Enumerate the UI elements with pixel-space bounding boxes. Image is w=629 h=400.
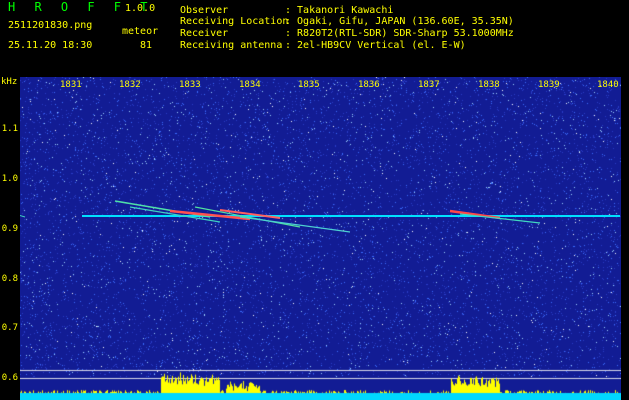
- y-tick-label: 0.7: [1, 323, 18, 333]
- meteor-count: 81: [140, 40, 153, 51]
- y-unit-label: kHz: [1, 77, 18, 87]
- x-tick-label: 1840: [597, 80, 619, 90]
- x-tick-label: 1837: [418, 80, 440, 90]
- info-label-receiver: Receiver: [180, 28, 229, 39]
- spectrogram-overlay: [20, 200, 620, 233]
- info-value-location: : Ogaki, Gifu, JAPAN (136.60E, 35.35N): [285, 16, 514, 27]
- x-tick-label: 1838: [478, 80, 500, 90]
- spectrogram-plot: [20, 77, 621, 400]
- header-panel: H R O F F T 1.0.0 2511201830.png meteor …: [0, 0, 629, 75]
- meteor-label: meteor: [122, 26, 159, 37]
- x-tick-label: 1831: [60, 80, 82, 90]
- info-value-antenna: : 2el-HB9CV Vertical (el. E-W): [285, 40, 466, 51]
- file-name: 2511201830.png: [8, 20, 93, 31]
- x-tick-label: 1836: [358, 80, 380, 90]
- y-tick-label: 1.1: [1, 124, 18, 134]
- meteor-echo-trace: [239, 216, 351, 233]
- info-label-antenna: Receiving antenna: [180, 40, 283, 51]
- x-tick-label: 1835: [298, 80, 320, 90]
- date-time: 25.11.20 18:30: [8, 40, 93, 51]
- y-tick-label: 0.9: [1, 224, 18, 234]
- meteor-echo-trace: [20, 214, 26, 218]
- info-label-location: Receiving Location: [180, 16, 289, 27]
- x-tick-label: 1834: [239, 80, 261, 90]
- y-tick-label: 0.8: [1, 274, 18, 284]
- y-tick-label: 1.0: [1, 174, 18, 184]
- x-tick-label: 1833: [179, 80, 201, 90]
- app-version: 1.0.0: [125, 3, 156, 14]
- x-tick-label: 1839: [538, 80, 560, 90]
- y-tick-label: 0.6: [1, 373, 18, 383]
- info-value-receiver: : R820T2(RTL-SDR) SDR-Sharp 53.1000MHz: [285, 28, 514, 39]
- x-tick-label: 1832: [119, 80, 141, 90]
- right-margin: [621, 77, 629, 400]
